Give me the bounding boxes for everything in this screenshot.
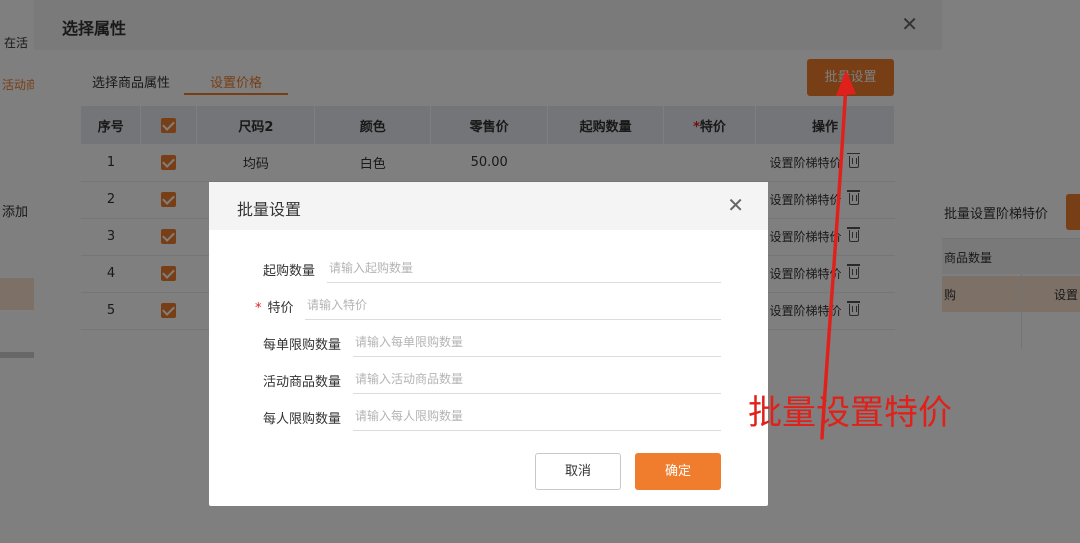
confirm-button[interactable]: 确定 [635,453,721,490]
form-row-activity-qty: 活动商品数量 [209,364,768,394]
batch-settings-dialog: 批量设置 ✕ 起购数量 *特价 每单限购数量 活动商品数量 每人限购数量 取消 … [209,182,768,506]
form-row-order-limit: 每单限购数量 [209,327,768,357]
annotation-label: 批量设置特价 [748,393,952,433]
dialog-title: 批量设置 [237,200,302,219]
dialog-header: 批量设置 ✕ [209,182,768,230]
per-person-limit-input[interactable] [353,401,721,431]
form-row-special-price: * 特价 [209,290,768,320]
cancel-button[interactable]: 取消 [535,453,621,490]
form-label-text: 特价 [267,301,294,316]
form-label: 活动商品数量 [263,375,342,390]
form-label: 每人限购数量 [263,412,342,427]
close-icon[interactable]: ✕ [727,195,744,215]
activity-qty-input[interactable] [353,364,721,394]
form-row-min-qty: 起购数量 [209,253,768,283]
special-price-input[interactable] [305,290,721,320]
form-label: 起购数量 [263,264,316,279]
form-row-per-person-limit: 每人限购数量 [209,401,768,431]
form-label: 每单限购数量 [263,338,342,353]
min-qty-input[interactable] [327,253,721,283]
form-label: * 特价 [255,297,294,316]
required-star: * [255,301,262,316]
order-limit-input[interactable] [353,327,721,357]
